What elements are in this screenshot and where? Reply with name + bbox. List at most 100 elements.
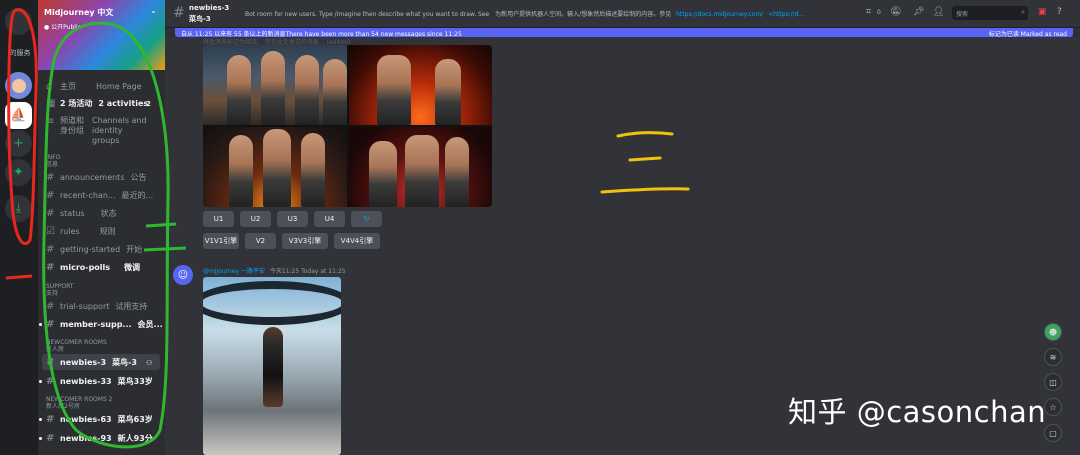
reroll-button[interactable]: ↻ xyxy=(351,211,382,227)
robot-icon: ☻ xyxy=(1048,327,1058,337)
unread-dot xyxy=(39,323,42,326)
variation-1-button[interactable]: V1V1引擎 xyxy=(203,233,239,249)
server-rail: 的服务 ⛵ + ✦ ⤓ xyxy=(0,0,38,455)
midjourney-server-button[interactable]: ⛵ xyxy=(5,102,32,129)
channel-recent-changes[interactable]: # recent-chan... 最近的... xyxy=(46,190,153,201)
hash-icon: # xyxy=(46,190,55,201)
generated-image-1[interactable] xyxy=(203,45,347,125)
hash-icon: # xyxy=(46,319,55,330)
variation-2-button[interactable]: V2 xyxy=(245,233,276,249)
members-icon[interactable]: 👤︎ xyxy=(933,7,944,17)
channel-newbies-93[interactable]: # newbies-93 新人93分 xyxy=(39,433,153,444)
download-apps-button[interactable]: ⤓ xyxy=(5,195,32,222)
plus-icon: + xyxy=(13,136,24,151)
home-button[interactable] xyxy=(5,8,32,35)
megaphone-icon: # xyxy=(46,172,55,183)
upscale-4-button[interactable]: U4 xyxy=(314,211,345,227)
category-support[interactable]: SUPPORT 支持 xyxy=(46,283,74,297)
sidebar-item-channels-roles[interactable]: ≡ 频道和身份组 Channels and identity groups xyxy=(46,116,152,146)
generated-image-grid[interactable] xyxy=(203,45,492,207)
app-icon-4[interactable]: ☆ xyxy=(1044,398,1062,416)
pin-icon[interactable]: 📌︎ xyxy=(913,7,924,17)
channel-announcements[interactable]: # announcements 公告 xyxy=(46,172,147,183)
threads-icon: # xyxy=(46,376,55,387)
channel-topic[interactable]: Bot room for new users. Type /imagine th… xyxy=(245,9,857,18)
sidebar-item-home[interactable]: ⌂ 主页 Home Page xyxy=(46,81,142,92)
add-member-icon[interactable]: ⚇ xyxy=(146,359,152,367)
threads-icon: # xyxy=(173,5,185,21)
upscale-1-button[interactable]: U1 xyxy=(203,211,234,227)
channel-rules[interactable]: ☑ rules 规则 xyxy=(46,226,116,237)
upscale-2-button[interactable]: U2 xyxy=(240,211,271,227)
app-icon-2[interactable]: ≋ xyxy=(1044,348,1062,366)
threads-icon: # xyxy=(46,433,55,444)
unread-dot xyxy=(39,437,42,440)
bot-avatar[interactable]: ☺ xyxy=(173,265,193,285)
category-newcomer-rooms-2[interactable]: NEWCOMER ROOMS 2 新人房2号房 xyxy=(46,396,113,410)
upscale-3-button[interactable]: U3 xyxy=(277,211,308,227)
bag-icon: ◫ xyxy=(1049,377,1057,387)
threads-icon: # xyxy=(46,414,55,425)
category-info[interactable]: INFO 信息 xyxy=(46,154,60,168)
server-banner[interactable]: Midjourney 中文 ⌄ ● 公开Public xyxy=(38,0,165,70)
server-avatar-button[interactable] xyxy=(5,72,32,99)
generated-image-4[interactable] xyxy=(348,127,492,207)
variation-3-button[interactable]: V3V3引擎 xyxy=(282,233,328,249)
channel-sidebar: Midjourney 中文 ⌄ ● 公开Public ⌂ 主页 Home Pag… xyxy=(38,0,165,455)
threads-header-icon[interactable]: ⌗ xyxy=(866,7,871,17)
checkbox-icon: ☑ xyxy=(46,226,55,237)
channel-micro-polls[interactable]: # micro-polls 微调 xyxy=(46,262,140,273)
channel-header: # newbies-3 菜鸟-3 Bot room for new users.… xyxy=(165,0,1080,28)
channel-newbies-33[interactable]: # newbies-33 菜鸟33岁 xyxy=(39,376,153,387)
list-icon: ≡ xyxy=(46,116,55,127)
add-server-button[interactable]: + xyxy=(5,130,32,157)
sailboat-icon: ⛵ xyxy=(10,108,27,123)
unread-dot xyxy=(39,418,42,421)
chat-icon: ≋ xyxy=(1049,352,1057,362)
inbox-icon[interactable]: ▣ xyxy=(1038,7,1047,17)
hash-icon: # xyxy=(46,262,55,273)
message-author[interactable]: @mjjourney 一路平安 xyxy=(203,268,265,275)
generated-image-2[interactable] xyxy=(348,45,492,125)
channel-getting-started[interactable]: # getting-started 开始 xyxy=(46,244,142,255)
discord-window: 的服务 ⛵ + ✦ ⤓ Midjourney 中文 ⌄ ● 公开Public ⌂… xyxy=(0,0,1080,455)
compass-icon: ✦ xyxy=(13,165,24,180)
channel-name-zh: 菜鸟-3 xyxy=(189,15,211,23)
app-icon-3[interactable]: ◫ xyxy=(1044,373,1062,391)
channel-newbies-63[interactable]: # newbies-63 菜鸟63岁 xyxy=(39,414,153,425)
search-icon: ⌕ xyxy=(1021,8,1025,16)
server-name: Midjourney 中文 xyxy=(44,8,114,17)
gift-icon: ▢ xyxy=(1049,428,1057,438)
mute-bell-icon[interactable]: 🔕︎ xyxy=(890,7,901,17)
photo-subject xyxy=(263,327,283,407)
upscale-button-row: U1 U2 U3 U4 ↻ xyxy=(203,211,382,227)
new-messages-bar[interactable]: 自从 11:25 以来有 55 条以上的新消息There have been m… xyxy=(175,28,1073,38)
watermark: 知乎 @casonchan xyxy=(788,395,1047,429)
ceiling-ring xyxy=(203,281,341,325)
unread-dot xyxy=(39,380,42,383)
explore-button[interactable]: ✦ xyxy=(5,159,32,186)
channel-status[interactable]: # status 状态 xyxy=(46,208,117,219)
search-input[interactable]: 搜索 ⌕ xyxy=(952,6,1028,20)
generated-photo[interactable] xyxy=(203,277,341,455)
message-timestamp: 今天11:25 Today at 11:25 xyxy=(269,268,346,275)
channel-trial-support[interactable]: # trial-support 试用支持 xyxy=(46,301,147,312)
channel-name: newbies-3 xyxy=(189,4,230,12)
discord-logo-icon: ☺ xyxy=(177,269,189,281)
variation-button-row: V1V1引擎 V2 V3V3引擎 V4V4引擎 xyxy=(203,233,380,249)
category-newcomer-rooms[interactable]: NEWCOMER ROOMS 新人房 xyxy=(46,339,107,353)
app-icon-1[interactable]: ☻ xyxy=(1044,323,1062,341)
channel-member-support[interactable]: # member-supp... 会员... xyxy=(39,319,163,330)
hash-icon: # xyxy=(46,208,55,219)
generated-image-3[interactable] xyxy=(203,127,347,207)
download-icon: ⤓ xyxy=(15,201,22,216)
hash-icon: # xyxy=(46,301,55,312)
channel-newbies-3[interactable]: # newbies-3 菜鸟-3 ⚇ xyxy=(46,357,152,368)
variation-4-button[interactable]: V4V4引擎 xyxy=(334,233,380,249)
chevron-down-icon[interactable]: ⌄ xyxy=(150,6,157,15)
avatar-icon xyxy=(11,78,26,93)
help-icon[interactable]: ? xyxy=(1057,7,1062,17)
rail-label: 的服务 xyxy=(9,49,31,57)
sidebar-item-events[interactable]: ▦ 2 场活动 2 activities 2 xyxy=(46,98,151,109)
app-icon-5[interactable]: ▢ xyxy=(1044,424,1062,442)
